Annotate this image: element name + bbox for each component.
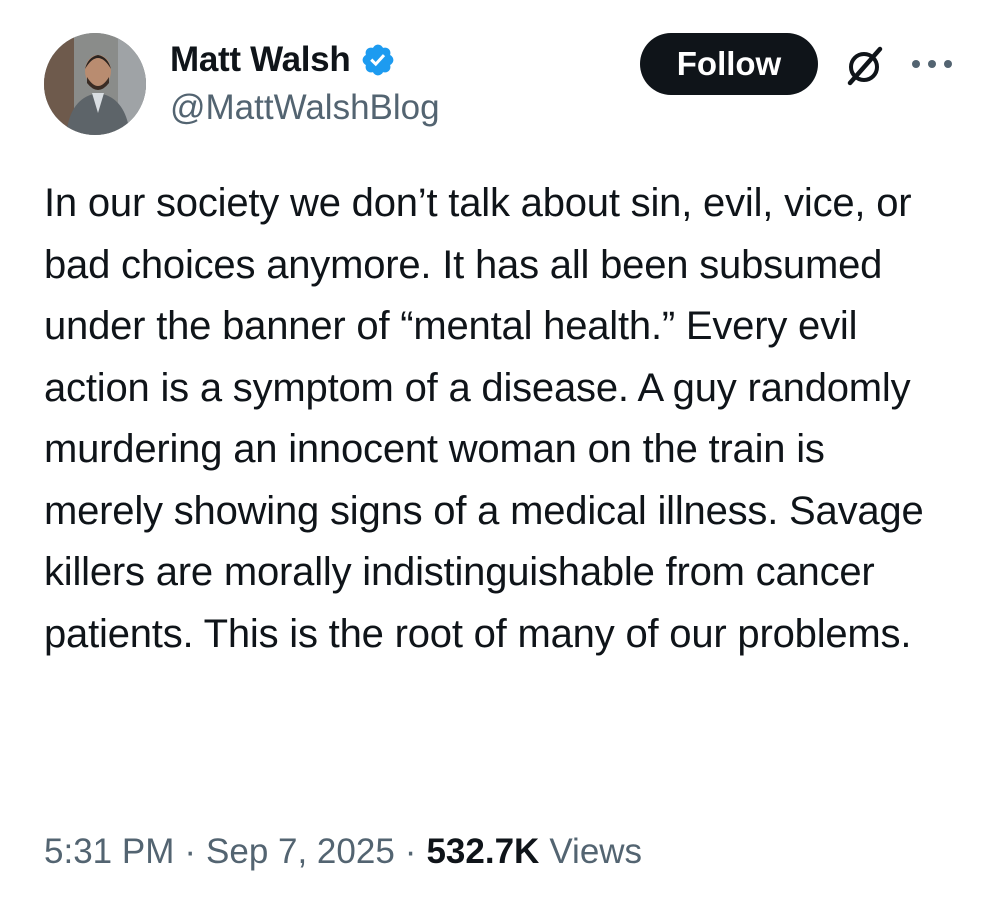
post-time[interactable]: 5:31 PM [44,832,174,872]
post-date[interactable]: Sep 7, 2025 [206,832,395,872]
views-label: Views [549,832,643,871]
separator-dot: · [404,832,417,871]
follow-button[interactable]: Follow [640,33,818,95]
post-text: In our society we don’t talk about sin, … [44,181,924,656]
post-metadata: 5:31 PM · Sep 7, 2025 · 532.7K Views [44,832,642,872]
separator-dot: · [184,832,197,871]
grok-icon[interactable] [843,44,887,88]
verified-badge-icon [360,42,396,78]
author-display-name[interactable]: Matt Walsh [170,40,351,80]
author-name-row: Matt Walsh [170,38,396,82]
post-card: Matt Walsh @MattWalshBlog Follow In our … [0,0,1000,917]
author-handle[interactable]: @MattWalshBlog [170,88,440,128]
avatar[interactable] [44,33,146,135]
avatar-image [44,33,146,135]
views-count[interactable]: 532.7K [426,832,539,872]
more-options-icon[interactable] [908,50,956,74]
